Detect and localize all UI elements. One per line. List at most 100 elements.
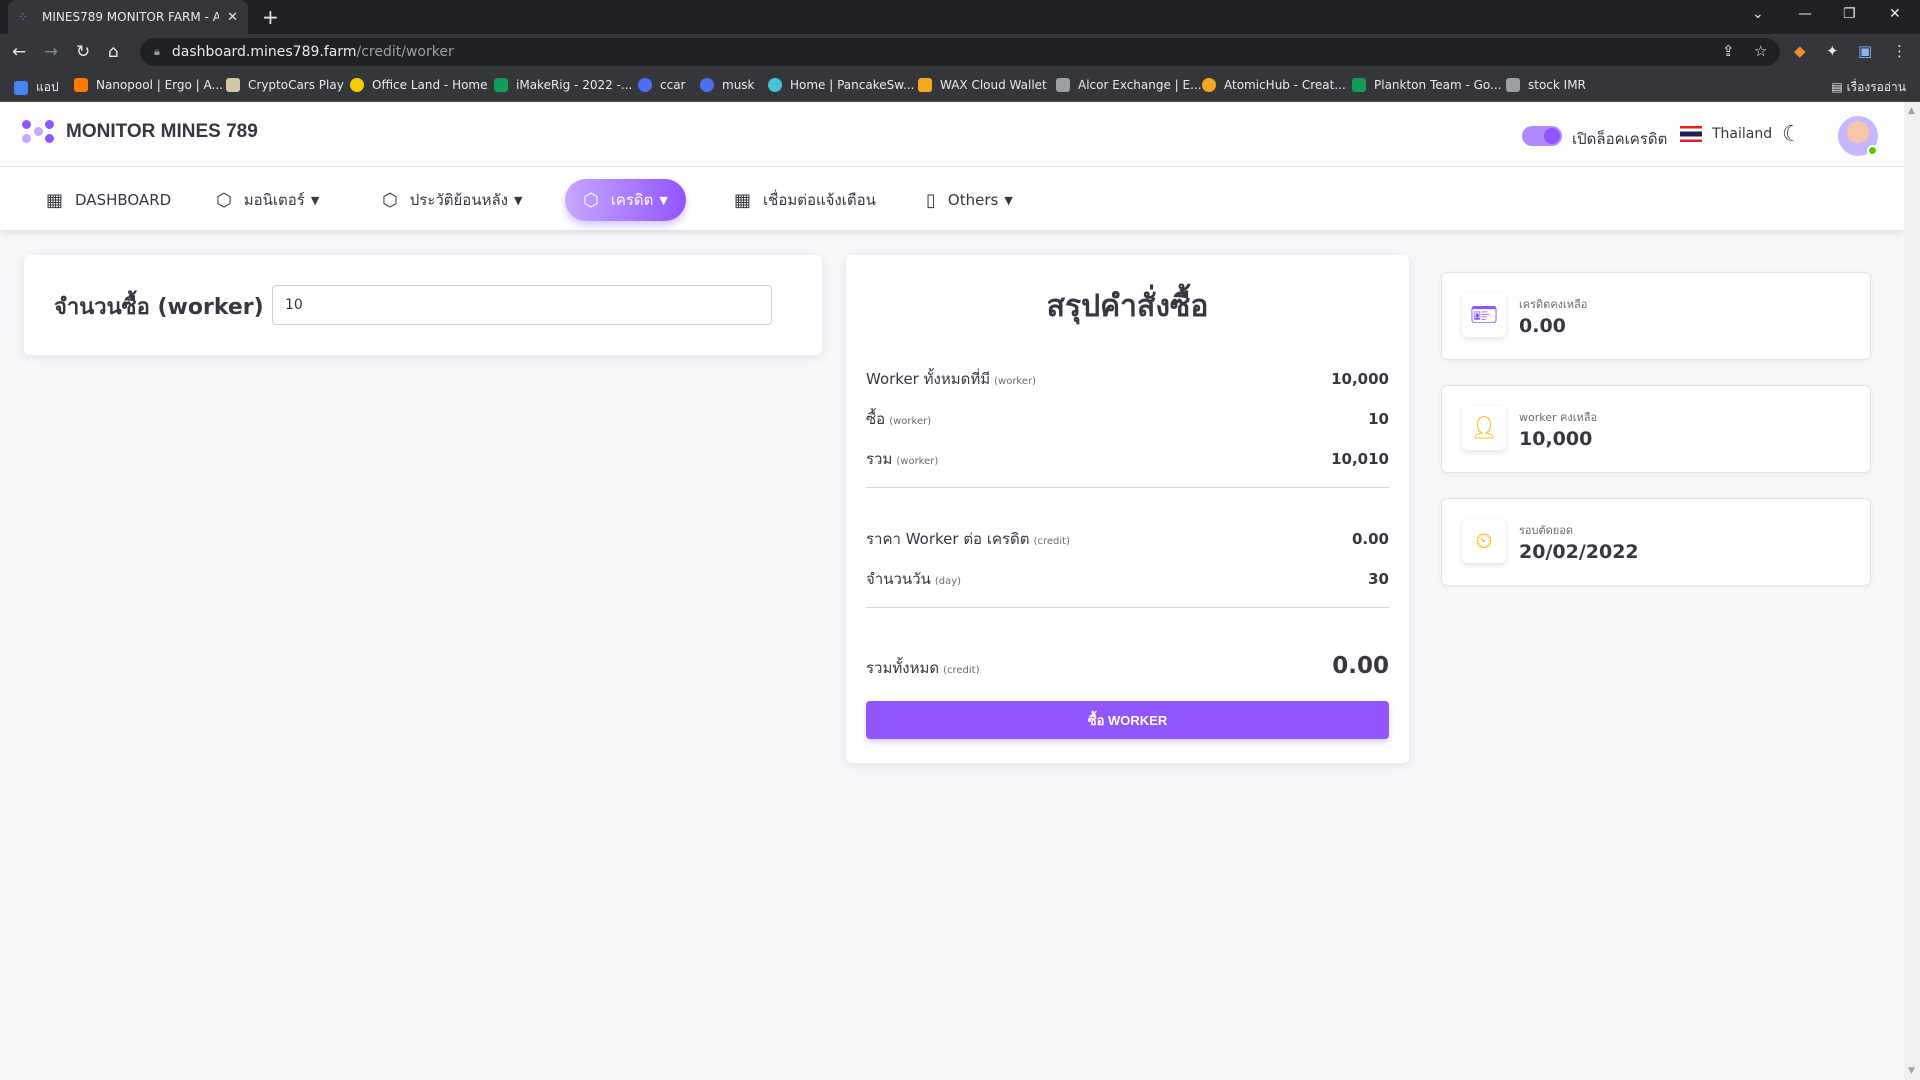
bookmark-item[interactable]: Plankton Team - Go...	[1352, 78, 1502, 92]
bookmark-item[interactable]: WAX Cloud Wallet	[918, 78, 1047, 92]
bookmark-item[interactable]: Nanopool | Ergo | A...	[74, 78, 223, 92]
row-label: จำนวนวัน	[866, 570, 931, 588]
user-icon: 👤︎	[1462, 406, 1506, 450]
stat-card-cutoff-date: ⏲ รอบตัดยอด 20/02/2022	[1441, 498, 1871, 586]
ccar-icon	[638, 78, 652, 92]
extension-icon[interactable]: ▣	[1858, 42, 1872, 60]
browser-tab[interactable]: ⁘ MINES789 MONITOR FARM - As ✕	[8, 0, 248, 34]
minimize-icon[interactable]: —	[1798, 6, 1812, 22]
bookmark-item[interactable]: Alcor Exchange | E...	[1056, 78, 1202, 92]
site-favicon-icon: ⁘	[18, 10, 29, 24]
forward-icon[interactable]: →	[44, 42, 58, 62]
url-host: dashboard.mines789.farm	[171, 44, 357, 60]
country-selector[interactable]: Thailand	[1680, 126, 1772, 142]
app-header: MONITOR MINES 789 เปิดล็อคเครดิต Thailan…	[0, 102, 1904, 167]
chevron-down-icon: ▼	[513, 193, 523, 207]
nav-others-label: Others	[947, 191, 999, 209]
wax-icon	[918, 78, 932, 92]
nav-notify-label: เชื่อมต่อแจ้งเตือน	[763, 191, 876, 209]
row-label: Worker ทั้งหมดที่มี	[866, 370, 991, 388]
restore-icon[interactable]: ❐	[1843, 6, 1856, 22]
reading-list[interactable]: ▤ เรื่องรออ่าน	[1831, 78, 1906, 97]
row-unit: (day)	[934, 576, 962, 587]
country-label: Thailand	[1712, 126, 1773, 142]
menu-icon[interactable]: ⋮	[1892, 42, 1907, 60]
nav-others[interactable]: ▯ Others ▼	[908, 179, 1031, 221]
cryptocars-icon	[226, 78, 240, 92]
bookmark-item[interactable]: stock IMR	[1506, 78, 1586, 92]
brand-logo-icon	[22, 120, 54, 144]
close-tab-icon[interactable]: ✕	[227, 10, 238, 25]
stock-icon	[1506, 78, 1520, 92]
brand-name: MONITOR MINES 789	[66, 121, 258, 142]
bookmark-apps[interactable]: แอป	[14, 78, 59, 97]
summary-row-grand-total: รวมทั้งหมด (credit) 0.00	[866, 653, 1389, 680]
nav-credit-label: เครดิต	[610, 191, 654, 209]
nav-credit[interactable]: ⬡ เครดิต ▼	[565, 179, 686, 221]
user-avatar[interactable]	[1838, 116, 1878, 156]
cube-icon: ⬡	[216, 189, 232, 211]
close-window-icon[interactable]: ✕	[1889, 6, 1901, 22]
browser-tab-bar: ⁘ MINES789 MONITOR FARM - As ✕ + ⌄ — ❐ ✕	[0, 0, 1920, 34]
cube-icon: ⬡	[583, 189, 599, 211]
row-label: ซื้อ	[866, 410, 886, 428]
bookmark-item[interactable]: Home | PancakeSw...	[768, 78, 914, 92]
nav-history[interactable]: ⬡ ประวัติย้อนหลัง ▼	[364, 179, 540, 221]
summary-row-sum: รวม (worker) 10,010	[866, 447, 1389, 471]
page-scrollbar[interactable]: ▲ ▼	[1904, 102, 1920, 1080]
toggle-knob	[1544, 128, 1560, 144]
calendar-icon: ▦	[46, 189, 64, 211]
scroll-down-icon[interactable]: ▼	[1908, 1066, 1915, 1076]
main-nav: ▦ DASHBOARD ⬡ มอนิเตอร์ ▼ ⬡ ประวัติย้อนห…	[0, 167, 1904, 230]
row-unit: (credit)	[943, 665, 980, 676]
extensions-icon[interactable]: ✦	[1826, 42, 1839, 60]
browser-toolbar: ← → ↻ ⌂ 🔒︎ dashboard.mines789.farm /cred…	[0, 34, 1920, 70]
nanopool-icon	[74, 78, 88, 92]
scroll-up-icon[interactable]: ▲	[1908, 106, 1915, 116]
order-summary-title: สรุปคำสั่งซื้อ	[1046, 289, 1209, 324]
stat-value: 10,000	[1519, 428, 1593, 450]
credit-lock-toggle[interactable]	[1522, 126, 1562, 146]
bookmark-item[interactable]: musk	[700, 78, 755, 92]
stat-label: รอบตัดยอด	[1519, 524, 1573, 537]
alcor-icon	[1056, 78, 1070, 92]
lock-icon: 🔒︎	[154, 45, 160, 58]
bookmark-item[interactable]: iMakeRig - 2022 -...	[494, 78, 632, 92]
bookmarks-bar: แอป Nanopool | Ergo | A... CryptoCars Pl…	[0, 70, 1920, 102]
nav-dashboard[interactable]: ▦ DASHBOARD	[28, 179, 189, 221]
bookmark-item[interactable]: ccar	[638, 78, 685, 92]
chevron-down-icon: ▼	[659, 193, 668, 207]
document-icon: ▯	[926, 189, 936, 211]
bookmark-item[interactable]: CryptoCars Play	[226, 78, 344, 92]
grand-total-value: 0.00	[1332, 653, 1389, 679]
new-tab-icon[interactable]: +	[262, 5, 279, 29]
brand[interactable]: MONITOR MINES 789	[22, 120, 258, 144]
purchase-quantity-input[interactable]	[272, 285, 772, 325]
nav-notify[interactable]: ▦ เชื่อมต่อแจ้งเตือน	[716, 179, 894, 221]
stat-value: 0.00	[1519, 315, 1566, 337]
reading-list-icon: ▤	[1831, 80, 1847, 94]
office-land-icon	[350, 78, 364, 92]
stat-card-worker-balance: 👤︎ worker คงเหลือ 10,000	[1441, 385, 1871, 473]
reload-icon[interactable]: ↻	[76, 42, 90, 62]
row-label: รวมทั้งหมด	[866, 659, 940, 677]
purchase-quantity-label: จำนวนซื้อ (worker)	[54, 295, 264, 320]
pancakeswap-icon	[768, 78, 782, 92]
share-icon[interactable]: ⇪	[1722, 42, 1735, 60]
nav-monitor[interactable]: ⬡ มอนิเตอร์ ▼	[198, 179, 337, 221]
summary-row-total-workers: Worker ทั้งหมดที่มี (worker) 10,000	[866, 367, 1389, 391]
metamask-icon[interactable]: ◆	[1794, 42, 1806, 60]
stat-card-credit-balance: 🪪︎ เครดิตคงเหลือ 0.00	[1441, 272, 1871, 360]
tab-search-icon[interactable]: ⌄	[1752, 6, 1764, 22]
back-icon[interactable]: ←	[12, 42, 26, 62]
home-icon[interactable]: ⌂	[108, 42, 119, 62]
bookmark-item[interactable]: AtomicHub - Creat...	[1202, 78, 1346, 92]
bookmark-star-icon[interactable]: ☆	[1754, 42, 1767, 60]
calendar-icon: ▦	[734, 189, 752, 211]
buy-worker-button[interactable]: ซื้อ WORKER	[866, 701, 1389, 739]
row-value: 10,000	[1331, 370, 1389, 388]
address-bar[interactable]: 🔒︎ dashboard.mines789.farm /credit/worke…	[140, 38, 1780, 66]
bookmark-item[interactable]: Office Land - Home	[350, 78, 488, 92]
url-path: /credit/worker	[356, 44, 454, 60]
dark-mode-moon-icon[interactable]: ☾	[1782, 122, 1802, 147]
